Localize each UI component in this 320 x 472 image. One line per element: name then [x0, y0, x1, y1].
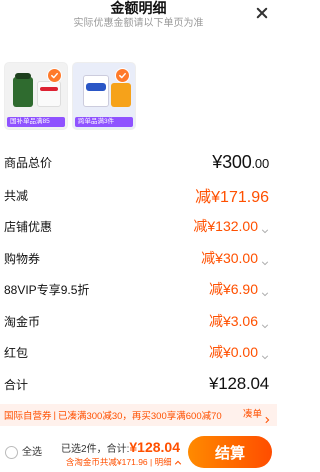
- redpack-label: 红包: [4, 345, 29, 360]
- select-all-label[interactable]: 全选: [22, 446, 42, 459]
- row-shop-discount[interactable]: 店铺优惠 减¥132.00: [4, 214, 269, 238]
- coin-discount-text: 含淘金币共减¥171.96: [65, 457, 148, 467]
- sum-value: ¥128.04: [208, 374, 269, 393]
- shop-discount-value: 减¥132.00: [193, 218, 258, 234]
- chevron-down-icon[interactable]: [261, 222, 269, 234]
- goods-total-value: ¥300.00: [212, 152, 269, 173]
- chevron-up-icon: [174, 459, 182, 467]
- header: 金额明细 实际优惠金额请以下单页为准: [0, 0, 277, 36]
- total-reduction-label: 共减: [4, 188, 29, 203]
- redpack-value: 减¥0.00: [208, 344, 258, 360]
- promo-separator: |: [53, 409, 56, 421]
- promo-coupon-type: 国际自营券: [4, 411, 52, 422]
- summary-discount[interactable]: 含淘金币共减¥171.96 | 明细: [66, 457, 182, 468]
- page-title: 金额明细: [110, 0, 167, 16]
- product-tag: 国补单品满85: [7, 117, 65, 127]
- selected-check-icon[interactable]: [47, 68, 62, 83]
- goods-total-decimal: .00: [251, 155, 270, 171]
- chevron-right-icon: [263, 411, 271, 424]
- coupon-label: 购物券: [4, 251, 41, 266]
- summary-total-label: 合计:: [106, 444, 130, 455]
- summary-total-value: ¥128.04: [129, 439, 180, 455]
- row-88vip[interactable]: 88VIP专享9.5折 减¥6.90: [4, 277, 269, 301]
- chevron-down-icon[interactable]: [261, 317, 269, 329]
- promo-text: 已凑满300减30，再买300享满600减70: [57, 411, 222, 422]
- product-thumbnail-1[interactable]: 国补单品满85: [4, 62, 68, 130]
- chevron-down-icon[interactable]: [261, 285, 269, 297]
- select-all-radio[interactable]: [5, 446, 18, 459]
- summary-total: 已选2件，合计:¥128.04: [61, 439, 180, 456]
- product-tag: 跨单品满3件: [75, 117, 133, 127]
- selected-count: 已选2件，: [61, 444, 107, 455]
- total-reduction-value: 减¥171.96: [195, 189, 269, 206]
- page-subtitle: 实际优惠金额请以下单页为准: [73, 18, 204, 29]
- row-sum: 合计 ¥128.04: [4, 372, 269, 396]
- row-total-reduction: 共减 减¥171.96: [4, 183, 269, 207]
- bottom-bar: 全选 已选2件，合计:¥128.04 含淘金币共减¥171.96 | 明细 结算: [0, 432, 277, 472]
- vip-discount-value: 减¥6.90: [208, 281, 258, 297]
- sum-label: 合计: [4, 377, 29, 392]
- checkout-button[interactable]: 结算: [188, 436, 272, 468]
- shop-discount-label: 店铺优惠: [4, 219, 53, 234]
- detail-link[interactable]: 明细: [155, 457, 172, 467]
- row-redpack[interactable]: 红包 减¥0.00: [4, 340, 269, 364]
- promo-bar[interactable]: 国际自营券 | 已凑满300减30，再买300享满600减70 凑单: [0, 404, 277, 426]
- taojinbi-label: 淘金币: [4, 314, 41, 329]
- row-coupon[interactable]: 购物券 减¥30.00: [4, 246, 269, 270]
- goods-total-main: ¥300: [212, 151, 252, 172]
- product-thumbnails: 国补单品满85 跨单品满3件: [4, 62, 136, 130]
- close-icon[interactable]: [255, 6, 269, 20]
- selected-check-icon[interactable]: [115, 68, 130, 83]
- promo-cta-label: 凑单: [242, 409, 262, 420]
- taojinbi-value: 减¥3.06: [208, 313, 258, 329]
- coupon-value: 减¥30.00: [201, 250, 258, 266]
- row-goods-total: 商品总价 ¥300.00: [4, 150, 269, 174]
- product-thumbnail-2[interactable]: 跨单品满3件: [72, 62, 136, 130]
- goods-total-label: 商品总价: [4, 155, 53, 170]
- chevron-down-icon[interactable]: [261, 254, 269, 266]
- chevron-down-icon[interactable]: [261, 348, 269, 360]
- vip-discount-label: 88VIP专享9.5折: [4, 282, 90, 297]
- row-taojinbi[interactable]: 淘金币 减¥3.06: [4, 309, 269, 333]
- promo-cta[interactable]: 凑单: [243, 404, 271, 426]
